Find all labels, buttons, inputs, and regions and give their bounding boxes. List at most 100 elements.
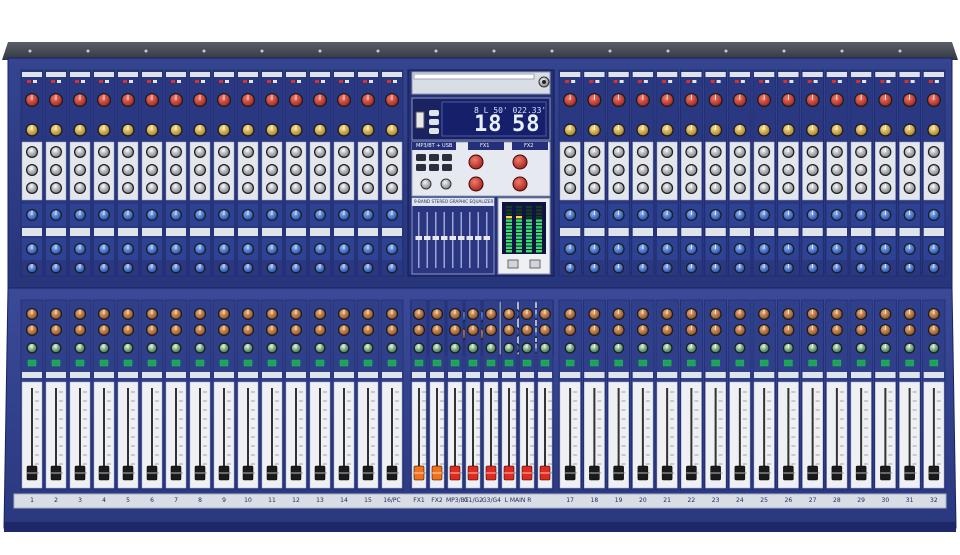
mute-button[interactable]: [363, 359, 373, 367]
mute-button[interactable]: [387, 359, 397, 367]
mute-button[interactable]: [414, 359, 424, 367]
fx2-param-knob[interactable]: [512, 176, 528, 192]
strip-tag: [778, 72, 799, 77]
phantom-switch[interactable]: [345, 80, 349, 83]
meter-button[interactable]: [507, 259, 519, 269]
mute-button[interactable]: [832, 359, 842, 367]
mute-button[interactable]: [856, 359, 866, 367]
fx1-program-knob[interactable]: [468, 154, 484, 170]
mute-button[interactable]: [27, 359, 37, 367]
phantom-switch[interactable]: [369, 80, 373, 83]
usb-port[interactable]: [415, 111, 425, 129]
mute-button[interactable]: [219, 359, 229, 367]
phantom-switch[interactable]: [129, 80, 133, 83]
geq-slider[interactable]: [441, 236, 448, 240]
mute-button[interactable]: [522, 359, 532, 367]
phantom-switch[interactable]: [740, 80, 745, 83]
phantom-switch[interactable]: [177, 80, 181, 83]
mute-button[interactable]: [759, 359, 769, 367]
mute-button[interactable]: [905, 359, 914, 367]
mute-button[interactable]: [432, 359, 442, 367]
mute-button[interactable]: [565, 359, 575, 367]
mute-button[interactable]: [195, 359, 205, 367]
fx2-program-knob[interactable]: [512, 154, 528, 170]
mute-button[interactable]: [51, 359, 61, 367]
phantom-switch[interactable]: [692, 80, 697, 83]
mute-button[interactable]: [75, 359, 85, 367]
player-button[interactable]: [429, 110, 439, 116]
mute-button[interactable]: [243, 359, 253, 367]
geq-slider[interactable]: [483, 236, 491, 240]
fx1-param-knob[interactable]: [468, 176, 484, 192]
phantom-switch[interactable]: [81, 80, 85, 83]
phantom-switch[interactable]: [813, 80, 818, 83]
transport-button[interactable]: [442, 164, 452, 171]
phantom-switch[interactable]: [249, 80, 253, 83]
mute-button[interactable]: [486, 359, 496, 367]
phantom-switch[interactable]: [225, 80, 229, 83]
phantom-switch[interactable]: [716, 80, 721, 83]
geq-slider[interactable]: [458, 236, 465, 240]
phantom-switch[interactable]: [571, 80, 576, 83]
mute-button[interactable]: [171, 359, 181, 367]
mute-button[interactable]: [662, 359, 672, 367]
mute-button[interactable]: [638, 359, 648, 367]
phantom-switch[interactable]: [595, 80, 600, 83]
geq-slider[interactable]: [449, 236, 457, 240]
player-button[interactable]: [429, 128, 439, 134]
mute-button[interactable]: [267, 359, 277, 367]
mute-button[interactable]: [590, 359, 599, 367]
meter-button[interactable]: [529, 259, 541, 269]
geq-slider[interactable]: [424, 236, 431, 240]
player-button[interactable]: [429, 119, 439, 125]
geq-slider[interactable]: [466, 236, 474, 240]
mute-button[interactable]: [735, 359, 745, 367]
mute-button[interactable]: [147, 359, 157, 367]
mute-button[interactable]: [123, 359, 133, 367]
phantom-switch[interactable]: [789, 80, 794, 83]
phantom-switch[interactable]: [619, 80, 624, 83]
phantom-switch[interactable]: [668, 80, 673, 83]
phantom-switch[interactable]: [862, 80, 867, 83]
phantom-switch[interactable]: [153, 80, 157, 83]
mute-button[interactable]: [504, 359, 514, 367]
transport-button[interactable]: [416, 164, 426, 171]
player-balance-knob[interactable]: [440, 178, 452, 190]
phantom-switch[interactable]: [910, 80, 915, 83]
phantom-switch[interactable]: [105, 80, 109, 83]
phantom-switch[interactable]: [33, 80, 37, 83]
phantom-switch[interactable]: [393, 80, 397, 83]
mute-button[interactable]: [99, 359, 109, 367]
phantom-switch[interactable]: [643, 80, 648, 83]
mute-button[interactable]: [881, 359, 890, 367]
phantom-switch[interactable]: [886, 80, 891, 83]
mute-button[interactable]: [929, 359, 939, 367]
phantom-switch[interactable]: [297, 80, 301, 83]
geq-slider[interactable]: [415, 236, 423, 240]
phantom-switch[interactable]: [321, 80, 325, 83]
mute-button[interactable]: [711, 359, 720, 367]
mute-button[interactable]: [450, 359, 460, 367]
mute-button[interactable]: [687, 359, 696, 367]
geq-slider[interactable]: [432, 236, 440, 240]
mute-button[interactable]: [540, 359, 550, 367]
geq-slider[interactable]: [475, 236, 482, 240]
mute-button[interactable]: [784, 359, 793, 367]
phantom-switch[interactable]: [934, 80, 939, 83]
transport-button[interactable]: [429, 154, 439, 161]
mute-button[interactable]: [291, 359, 301, 367]
phantom-switch[interactable]: [765, 80, 770, 83]
mute-button[interactable]: [339, 359, 349, 367]
mute-button[interactable]: [315, 359, 325, 367]
phantom-switch[interactable]: [57, 80, 61, 83]
mute-button[interactable]: [614, 359, 623, 367]
transport-button[interactable]: [442, 154, 452, 161]
mute-button[interactable]: [468, 359, 478, 367]
phantom-switch[interactable]: [273, 80, 277, 83]
phantom-switch[interactable]: [837, 80, 842, 83]
transport-button[interactable]: [416, 154, 426, 161]
phantom-switch[interactable]: [201, 80, 205, 83]
transport-button[interactable]: [429, 164, 439, 171]
player-volume-knob[interactable]: [420, 178, 432, 190]
mute-button[interactable]: [808, 359, 817, 367]
